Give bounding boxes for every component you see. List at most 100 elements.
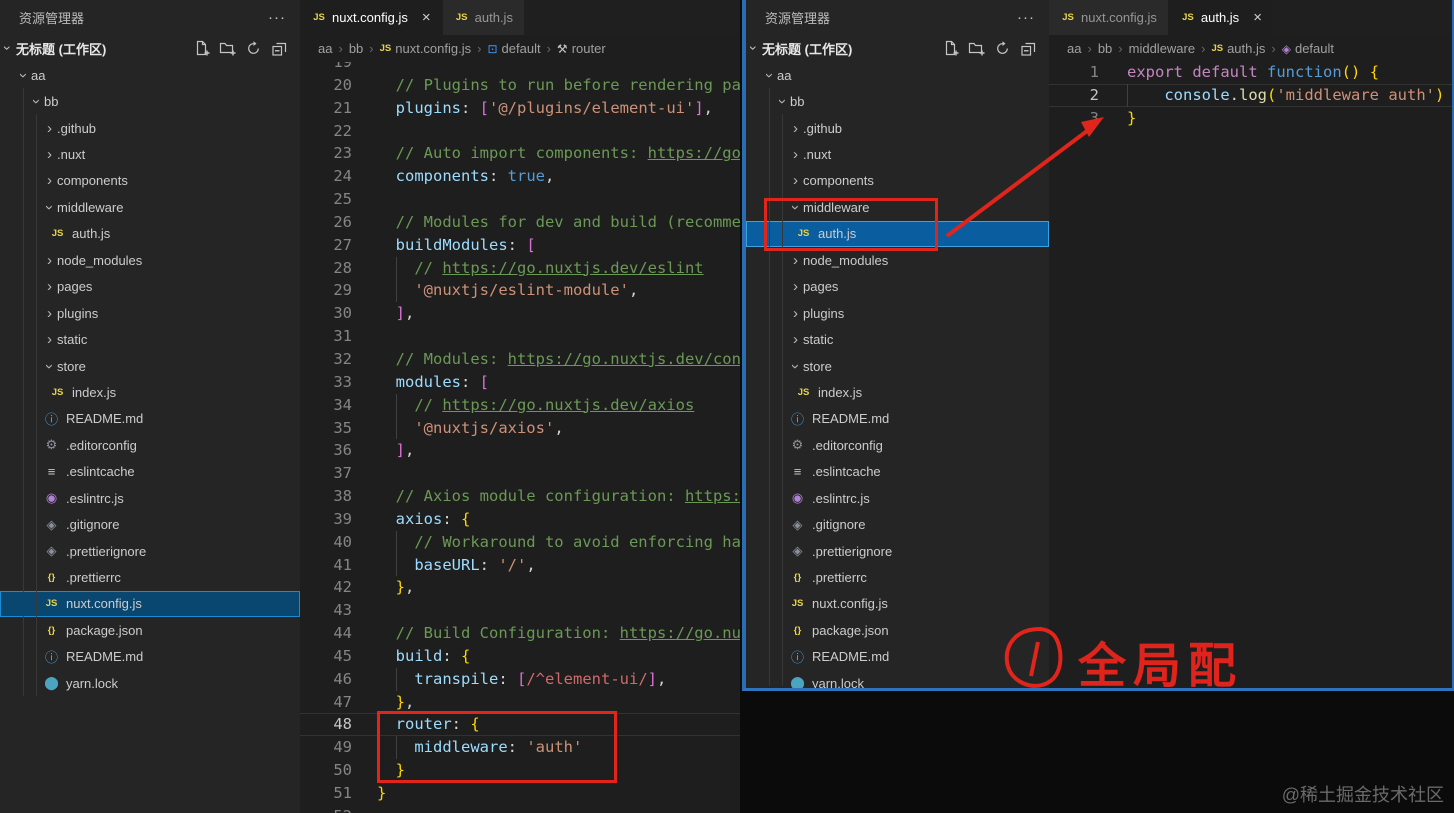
token: : [479,555,499,574]
tree-item-middleware[interactable]: › middleware [0,194,300,220]
tree-item-index.js[interactable]: JS index.js [746,379,1049,405]
tree-item-static[interactable]: › static [746,326,1049,352]
tree-item-.editorconfig[interactable]: ⚙ .editorconfig [746,432,1049,458]
breadcrumb-separator-icon: › [1118,41,1123,56]
tree-item-package.json[interactable]: {} package.json [0,617,300,643]
tab-auth.js[interactable]: JS auth.js × [1168,0,1273,35]
tree-item-pages[interactable]: › pages [746,274,1049,300]
tree-item-auth.js[interactable]: JS auth.js [746,220,1049,248]
breadcrumb-label: bb [1097,41,1113,56]
tree-item-.github[interactable]: › .github [746,115,1049,141]
more-actions-icon[interactable]: ··· [268,9,286,26]
collapse-all-icon[interactable] [271,40,288,57]
code-text: export default function() { [1127,61,1452,84]
new-folder-icon[interactable] [219,40,236,57]
info-icon: ⓘ [790,412,804,428]
tree-item-.prettierignore[interactable]: ◈ .prettierignore [746,538,1049,564]
code-editor-nuxt-config[interactable]: 19 20 // Plugins to run before rendering … [300,51,740,813]
tree-item-plugins[interactable]: › plugins [746,300,1049,326]
tree-item-label: auth.js [72,226,111,242]
tree-item-aa[interactable]: › aa [746,62,1049,88]
tree-item-.nuxt[interactable]: › .nuxt [0,141,300,167]
tree-item-static[interactable]: › static [0,326,300,352]
tab-nuxt.config.js[interactable]: JS nuxt.config.js [1049,0,1168,35]
tree-item-index.js[interactable]: JS index.js [0,379,300,405]
tree-item-yarn.lock[interactable]: ⬤ yarn.lock [0,670,300,696]
tree-item-components[interactable]: › components [0,168,300,194]
token: // Modules: [377,349,508,368]
tree-item-.prettierrc[interactable]: {} .prettierrc [746,564,1049,590]
refresh-icon[interactable] [245,40,262,57]
new-file-icon[interactable] [942,40,959,57]
tree-item-node_modules[interactable]: › node_modules [0,247,300,273]
code-editor-auth-js[interactable]: 1 export default function() {2 console.lo… [1049,61,1452,130]
token: , [703,98,714,117]
line-number: 20 [333,75,352,94]
tree-item-middleware[interactable]: › middleware [746,194,1049,220]
breadcrumb-item-aa[interactable]: aa [1067,41,1081,56]
breadcrumb-item-middleware[interactable]: middleware [1129,41,1195,56]
tree-item-README.md[interactable]: ⓘ README.md [746,406,1049,432]
tree-item-pages[interactable]: › pages [0,274,300,300]
tree-item-label: index.js [818,384,863,400]
tree-item-.github[interactable]: › .github [0,115,300,141]
breadcrumb-label: aa [318,41,333,56]
breadcrumb-item-bb[interactable]: bb [1098,41,1112,56]
code-text: // Modules for dev and build (recomme [377,211,740,234]
new-folder-icon[interactable] [968,40,985,57]
breadcrumb-item-aa[interactable]: aa [318,41,332,56]
tree-item-.eslintcache[interactable]: ≡ .eslintcache [0,459,300,485]
tree-item-.prettierrc[interactable]: {} .prettierrc [0,564,300,590]
tree-item-.eslintcache[interactable]: ≡ .eslintcache [746,459,1049,485]
line-number: 43 [333,601,352,620]
close-icon[interactable]: × [1253,9,1262,26]
tree-item-store[interactable]: › store [746,353,1049,379]
more-actions-icon[interactable]: ··· [1017,9,1035,26]
tree-item-.eslintrc.js[interactable]: ◉ .eslintrc.js [0,485,300,511]
breadcrumb-separator-icon: › [338,41,343,56]
refresh-icon[interactable] [994,40,1011,57]
tree-item-.gitignore[interactable]: ◈ .gitignore [746,511,1049,537]
breadcrumb-item-default[interactable]: ⊡ default [487,41,540,56]
indent-guide [23,88,24,696]
breadcrumb-item-bb[interactable]: bb [349,41,363,56]
tree-item-components[interactable]: › components [746,168,1049,194]
tree-item-label: plugins [803,305,845,321]
close-icon[interactable]: × [422,9,431,26]
new-file-icon[interactable] [193,40,210,57]
token: https://go.nuxtjs.dev/con [507,349,740,368]
code-line-21: 21 plugins: ['@/plugins/element-ui'], [300,97,740,120]
breadcrumb-item-nuxt.config.js[interactable]: JS nuxt.config.js [380,41,472,56]
watermark: @稀土掘金技术社区 [1281,785,1444,805]
token: : [461,372,480,391]
tree-item-.prettierignore[interactable]: ◈ .prettierignore [0,538,300,564]
breadcrumb-item-default[interactable]: ◈ default [1282,41,1334,56]
tree-item-package.json[interactable]: {} package.json [746,617,1049,643]
tree-item-node_modules[interactable]: › node_modules [746,247,1049,273]
tree-item-.gitignore[interactable]: ◈ .gitignore [0,511,300,537]
tree-item-plugins[interactable]: › plugins [0,300,300,326]
breadcrumb-item-auth.js[interactable]: JS auth.js [1211,41,1265,56]
tree-item-.editorconfig[interactable]: ⚙ .editorconfig [0,432,300,458]
token: [ [479,372,490,391]
tree-item-yarn.lock[interactable]: ⬤ yarn.lock [746,670,1049,688]
tree-item-store[interactable]: › store [0,353,300,379]
tree-item-bb[interactable]: › bb [746,88,1049,114]
tree-item-auth.js[interactable]: JS auth.js [0,221,300,247]
breadcrumb-item-router[interactable]: ⚒ router [557,41,606,56]
tree-item-aa[interactable]: › aa [0,62,300,88]
tree-item-.nuxt[interactable]: › .nuxt [746,141,1049,167]
tree-item-nuxt.config.js[interactable]: JS nuxt.config.js [0,590,300,618]
token: // Plugins to run before rendering pa [377,75,740,94]
indent-guide [395,736,397,760]
tree-item-README.md[interactable]: ⓘ README.md [746,644,1049,670]
tree-item-.eslintrc.js[interactable]: ◉ .eslintrc.js [746,485,1049,511]
collapse-all-icon[interactable] [1020,40,1037,57]
tree-item-nuxt.config.js[interactable]: JS nuxt.config.js [746,591,1049,617]
tree-item-bb[interactable]: › bb [0,88,300,114]
line-number: 39 [333,509,352,528]
tree-item-README.md[interactable]: ⓘ README.md [0,406,300,432]
tab-auth.js[interactable]: JS auth.js [442,0,524,35]
tree-item-README.md[interactable]: ⓘ README.md [0,644,300,670]
tab-nuxt.config.js[interactable]: JS nuxt.config.js × [300,0,442,35]
